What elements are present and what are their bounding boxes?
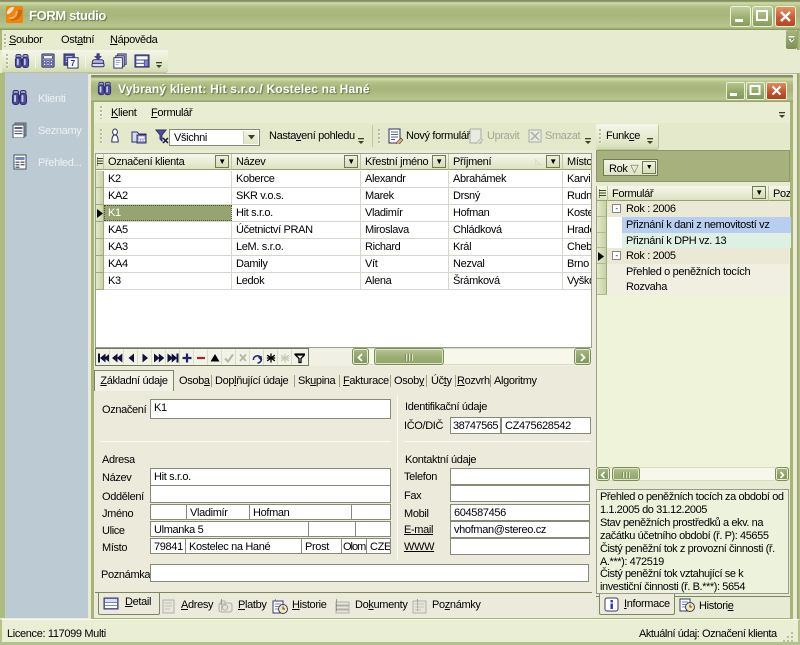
svg-text:7: 7 (71, 58, 76, 68)
